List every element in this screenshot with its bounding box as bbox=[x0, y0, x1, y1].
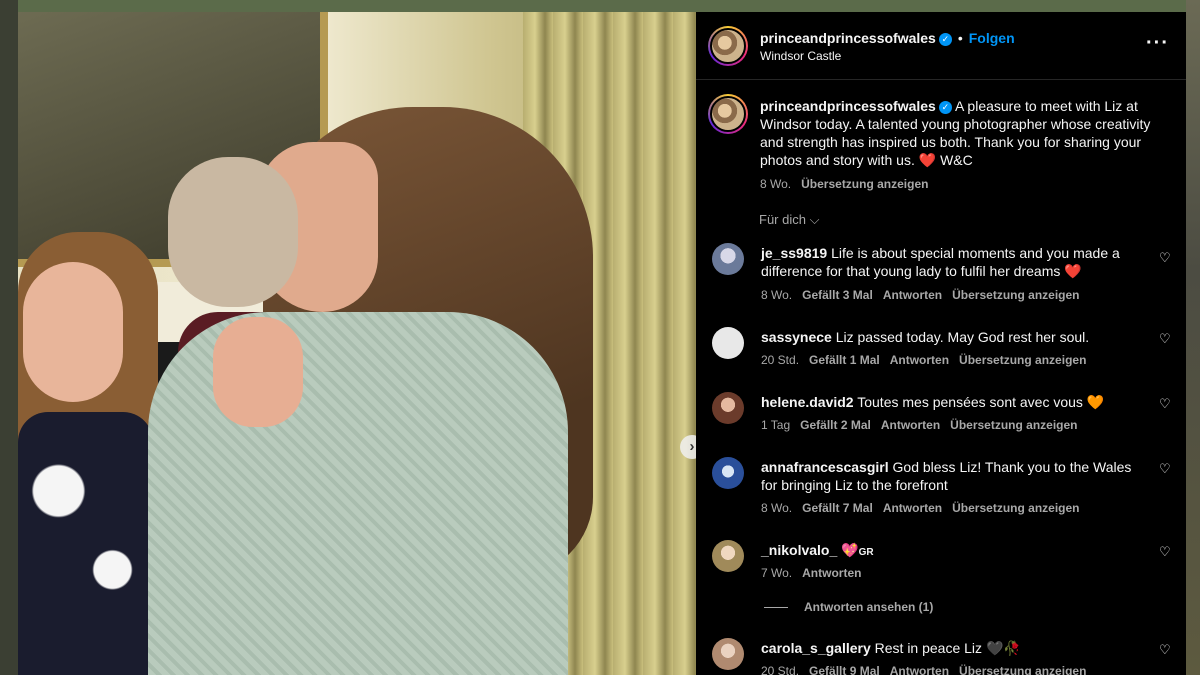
comment-avatar[interactable] bbox=[712, 327, 744, 359]
comment-reply-link[interactable]: Antworten bbox=[802, 566, 861, 580]
heart-outline-icon[interactable]: ♡ bbox=[1159, 331, 1171, 347]
for-you-dropdown[interactable]: Für dich ⌵ bbox=[759, 212, 819, 228]
comment-reply-link[interactable]: Antworten bbox=[890, 664, 949, 675]
comment-age: 20 Std. bbox=[761, 353, 800, 367]
chevron-down-icon: ⌵ bbox=[809, 212, 820, 227]
background-top bbox=[18, 0, 1186, 12]
author-username[interactable]: princeandprincessofwales bbox=[760, 30, 936, 46]
comment-translate-link[interactable]: Übersetzung anzeigen bbox=[959, 664, 1086, 675]
comment-avatar[interactable] bbox=[712, 638, 744, 670]
comment-likes[interactable]: Gefällt 2 Mal bbox=[800, 418, 871, 432]
page: › princeandprincessofwales ✓ • Folgen Winds… bbox=[0, 0, 1200, 675]
comment-likes[interactable]: Gefällt 9 Mal bbox=[809, 664, 880, 675]
comment-username[interactable]: je_ss9819 bbox=[761, 245, 827, 261]
verified-badge-icon: ✓ bbox=[938, 101, 952, 114]
comment-likes[interactable]: Gefällt 1 Mal bbox=[809, 353, 880, 367]
comment-likes[interactable]: Gefällt 3 Mal bbox=[802, 288, 873, 302]
comment-meta: 20 Std. Gefällt 1 Mal Antworten Übersetzung… bbox=[761, 353, 1096, 367]
comment-avatar[interactable] bbox=[712, 540, 744, 572]
comment-reply-link[interactable]: Antworten bbox=[883, 501, 942, 515]
comment-meta: 20 Std. Gefällt 9 Mal Antworten Übersetzung… bbox=[761, 664, 1096, 675]
comment-translate-link[interactable]: Übersetzung anzeigen bbox=[952, 501, 1079, 515]
comment-username[interactable]: helene.david2 bbox=[761, 394, 854, 410]
comment-username[interactable]: sassynece bbox=[761, 329, 832, 345]
comment-age: 8 Wo. bbox=[761, 501, 793, 515]
comment-meta: 8 Wo. Gefällt 7 Mal Antworten Übersetzung a… bbox=[761, 501, 1090, 515]
view-replies-link[interactable]: Antworten ansehen (1) bbox=[764, 600, 933, 614]
view-replies-label: Antworten ansehen (1) bbox=[804, 600, 934, 614]
comment-text-block: sassynece Liz passed today. May God rest… bbox=[761, 328, 1141, 346]
comment-username[interactable]: annafrancescasgirl bbox=[761, 459, 889, 475]
caption-username[interactable]: princeandprincessofwales bbox=[760, 98, 936, 114]
comment-text: Rest in peace Liz bbox=[874, 640, 983, 656]
heart-outline-icon[interactable]: ♡ bbox=[1159, 461, 1171, 477]
comment-text: Toutes mes pensées sont avec vous bbox=[857, 394, 1083, 410]
photo-person-head bbox=[168, 157, 298, 307]
comment-age: 1 Tag bbox=[761, 418, 791, 432]
caption-age: 8 Wo. bbox=[760, 177, 792, 191]
for-you-label: Für dich bbox=[759, 212, 806, 227]
heart-outline-icon[interactable]: ♡ bbox=[1159, 642, 1171, 658]
comment-text: GR bbox=[858, 547, 874, 558]
comment-username[interactable]: carola_s_gallery bbox=[761, 640, 871, 656]
separator-dot: • bbox=[957, 30, 963, 46]
photo-person-sweater bbox=[148, 312, 568, 675]
comment-reply-link[interactable]: Antworten bbox=[890, 353, 949, 367]
heart-outline-icon[interactable]: ♡ bbox=[1159, 250, 1171, 266]
post-photo[interactable]: › bbox=[18, 12, 696, 675]
caption-translate-link[interactable]: Übersetzung anzeigen bbox=[801, 177, 928, 191]
comment-avatar[interactable] bbox=[712, 392, 744, 424]
follow-button[interactable]: Folgen bbox=[969, 30, 1015, 46]
comment-reply-link[interactable]: Antworten bbox=[881, 418, 940, 432]
comment-text: Liz passed today. May God rest her soul. bbox=[835, 329, 1090, 345]
comment-translate-link[interactable]: Übersetzung anzeigen bbox=[950, 418, 1077, 432]
more-options-icon[interactable]: ··· bbox=[1146, 32, 1169, 55]
background-right bbox=[1186, 0, 1200, 675]
comment-avatar[interactable] bbox=[712, 457, 744, 489]
comment-translate-link[interactable]: Übersetzung anzeigen bbox=[959, 353, 1086, 367]
photo-person-left-dress bbox=[18, 412, 153, 675]
sparkling-heart-emoji: 💖 bbox=[841, 542, 859, 558]
comment-text-block: je_ss9819 Life is about special moments … bbox=[761, 244, 1141, 280]
replies-divider bbox=[764, 607, 788, 609]
heart-outline-icon[interactable]: ♡ bbox=[1159, 396, 1171, 412]
post-panel: princeandprincessofwales ✓ • Folgen Windsor… bbox=[696, 12, 1186, 675]
orange-heart-emoji: 🧡 bbox=[1086, 394, 1105, 410]
heart-outline-icon[interactable]: ♡ bbox=[1159, 544, 1171, 560]
comment-text-block: carola_s_gallery Rest in peace Liz 🖤🥀 bbox=[761, 639, 1141, 657]
post-header: princeandprincessofwales ✓ • Folgen Windsor… bbox=[696, 12, 1186, 80]
comment-age: 8 Wo. bbox=[761, 288, 793, 302]
black-heart-emoji: 🖤🥀 bbox=[985, 640, 1021, 656]
comment-translate-link[interactable]: Übersetzung anzeigen bbox=[952, 288, 1079, 302]
comment-reply-link[interactable]: Antworten bbox=[883, 288, 942, 302]
comment-avatar[interactable] bbox=[712, 243, 744, 275]
heart-emoji: ❤️ bbox=[1064, 263, 1082, 279]
background-left bbox=[0, 0, 18, 675]
comment-text-block: annafrancescasgirl God bless Liz! Thank … bbox=[761, 458, 1141, 494]
caption-meta: 8 Wo. Übersetzung anzeigen bbox=[760, 175, 1160, 193]
caption-avatar[interactable] bbox=[708, 94, 748, 134]
comment-text-block: _nikolvalo_ 💖GR bbox=[761, 541, 1141, 562]
post-caption: princeandprincessofwales ✓ A pleasure to … bbox=[760, 97, 1160, 193]
photo-person-left-face bbox=[23, 262, 123, 402]
comment-meta: 8 Wo. Gefällt 3 Mal Antworten Übersetzung a… bbox=[761, 288, 1090, 302]
verified-badge-icon: ✓ bbox=[938, 33, 952, 46]
author-avatar[interactable] bbox=[708, 26, 748, 66]
header-line: princeandprincessofwales ✓ • Folgen bbox=[760, 30, 1015, 48]
comment-text-block: helene.david2 Toutes mes pensées sont av… bbox=[761, 393, 1141, 411]
comment-meta: 7 Wo. Antworten bbox=[761, 566, 871, 580]
comment-meta: 1 Tag Gefällt 2 Mal Antworten Übersetzung a… bbox=[761, 418, 1088, 432]
comment-username[interactable]: _nikolvalo_ bbox=[761, 542, 837, 558]
post-location[interactable]: Windsor Castle bbox=[760, 49, 841, 63]
photo-hand bbox=[213, 317, 303, 427]
comment-age: 7 Wo. bbox=[761, 566, 793, 580]
comment-likes[interactable]: Gefällt 7 Mal bbox=[802, 501, 873, 515]
comment-age: 20 Std. bbox=[761, 664, 800, 675]
chevron-right-icon: › bbox=[689, 438, 695, 455]
